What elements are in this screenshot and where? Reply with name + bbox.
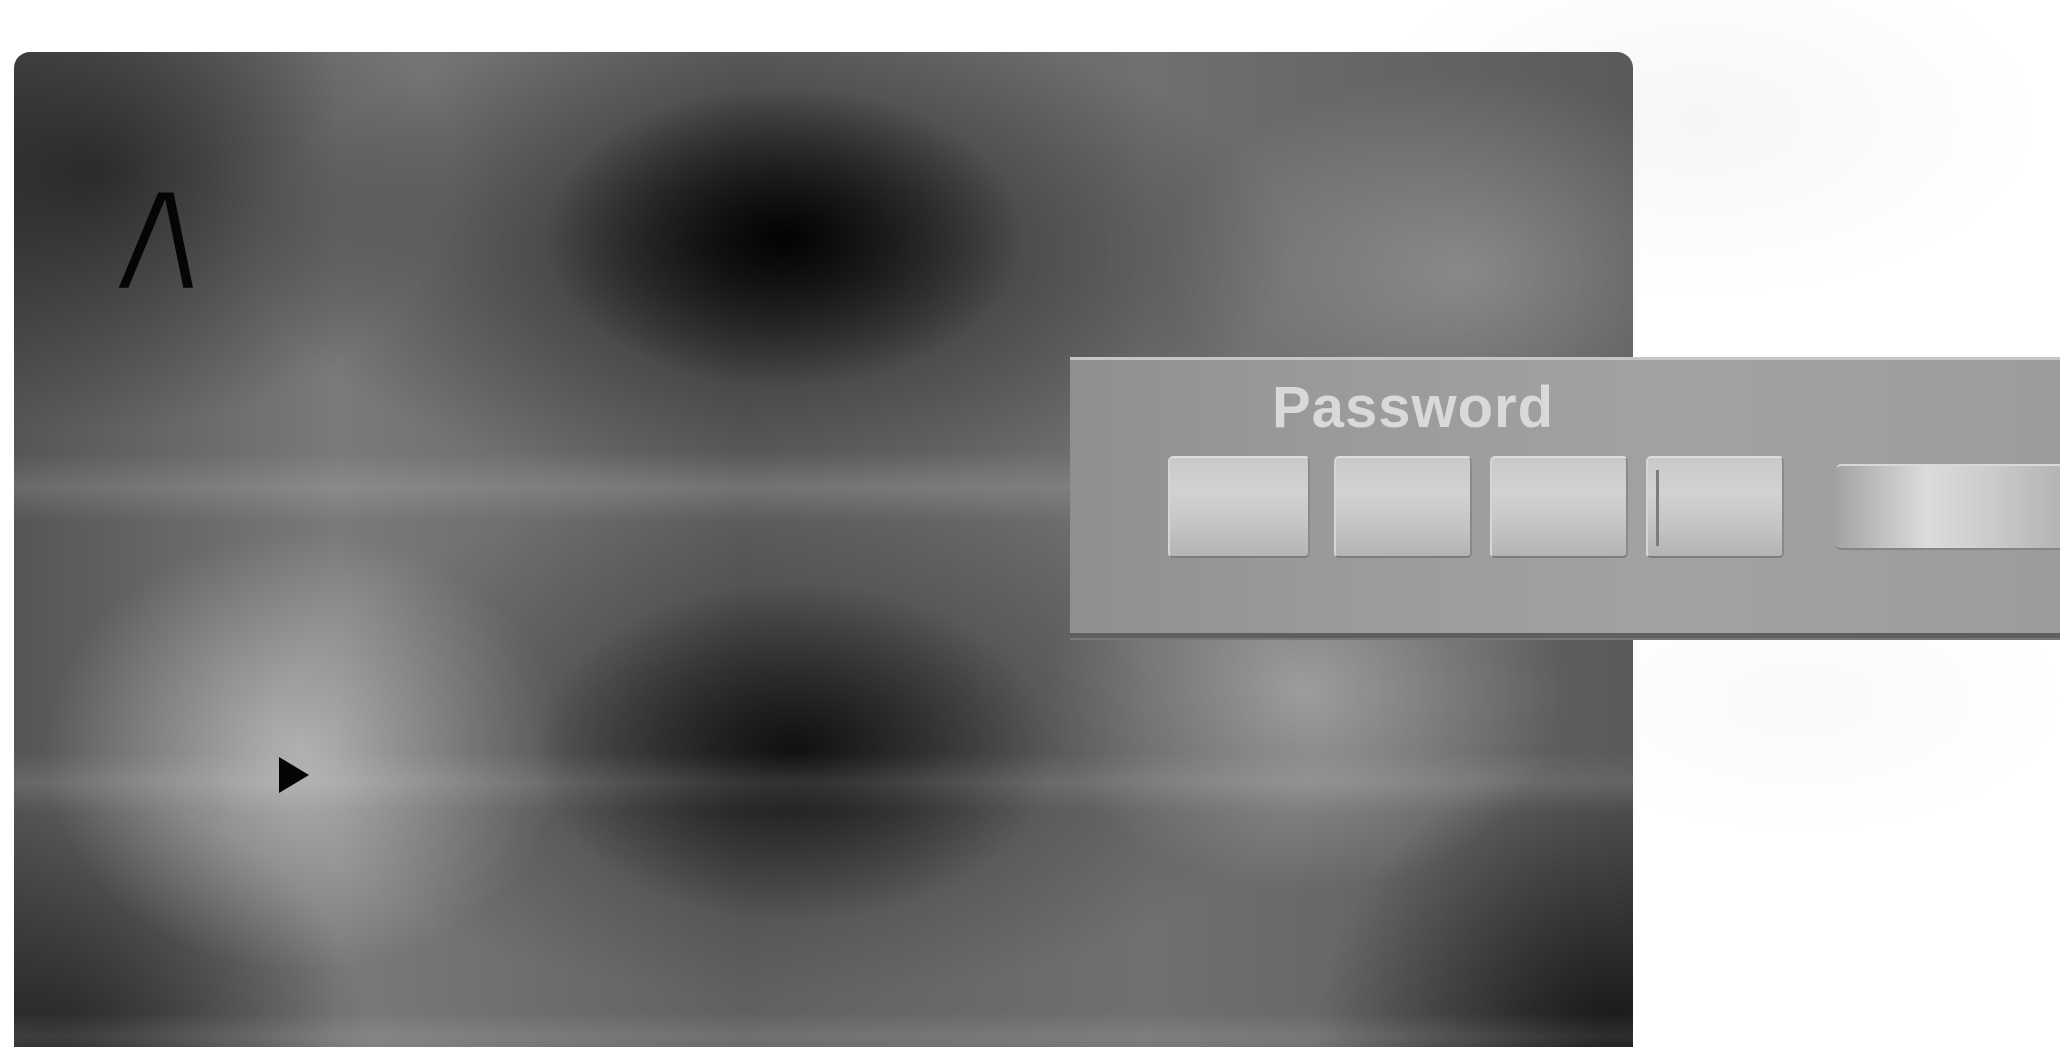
play-cursor-icon [279,757,309,793]
password-dialog: Password [1070,357,2060,638]
screen-streak [14,1012,1633,1047]
text-caret [1656,470,1659,546]
corner-glyph: /\ [116,170,202,305]
screen-streak [14,752,1633,812]
screenshot-stage: /\ Password [0,0,2060,1047]
password-digit-box[interactable] [1646,456,1784,558]
password-confirm-field[interactable] [1836,464,2060,550]
password-digit-box[interactable] [1168,456,1310,558]
password-digit-box[interactable] [1334,456,1472,558]
password-digit-box[interactable] [1490,456,1628,558]
password-title: Password [1272,375,1554,440]
